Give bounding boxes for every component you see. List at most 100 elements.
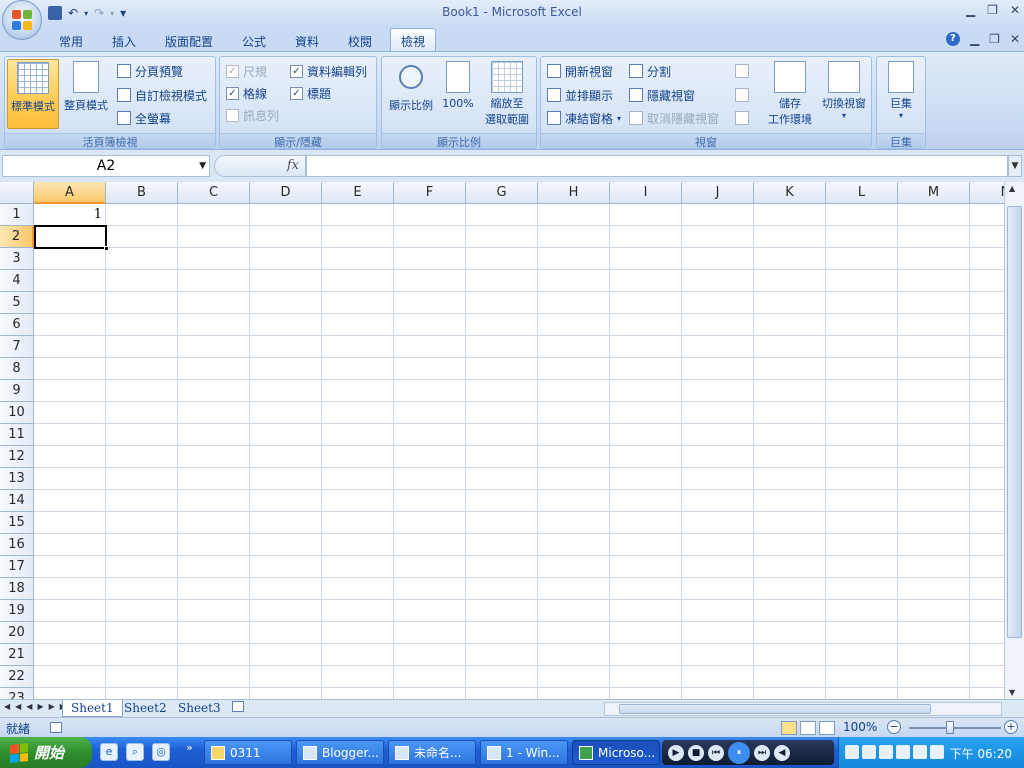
speaker-icon[interactable]	[930, 745, 944, 759]
column-header-a[interactable]: A	[34, 182, 106, 204]
ruler-checkbox[interactable]: ✓ 尺規	[226, 61, 267, 81]
zoom-button[interactable]: 顯示比例	[386, 59, 436, 129]
row-header-20[interactable]: 20	[0, 622, 34, 644]
zoom-out-icon[interactable]: −	[887, 720, 901, 734]
taskbar-item-blogger[interactable]: Blogger...	[296, 740, 384, 765]
workbook-restore-icon[interactable]: ❐	[989, 32, 1000, 46]
row-header-16[interactable]: 16	[0, 534, 34, 556]
vertical-scroll-thumb[interactable]	[1007, 206, 1022, 638]
next-icon[interactable]: ⏭	[754, 744, 770, 761]
horizontal-scroll-thumb[interactable]	[619, 704, 931, 714]
close-icon[interactable]: ✕	[1010, 3, 1020, 17]
tab-review[interactable]: 校閱	[338, 31, 382, 51]
column-header-m[interactable]: M	[898, 182, 970, 204]
macros-button[interactable]: 巨集 ▾	[879, 59, 923, 129]
volume-icon[interactable]: ◀	[774, 744, 790, 761]
page-break-preview-button[interactable]: 分頁預覽	[117, 61, 183, 81]
row-header-18[interactable]: 18	[0, 578, 34, 600]
scroll-down-icon[interactable]: ▼	[1009, 688, 1015, 697]
row-header-14[interactable]: 14	[0, 490, 34, 512]
column-header-i[interactable]: I	[610, 182, 682, 204]
network-icon[interactable]	[879, 745, 893, 759]
tab-insert[interactable]: 插入	[102, 31, 146, 51]
hide-window-button[interactable]: 隱藏視窗	[629, 85, 695, 105]
row-header-1[interactable]: 1	[0, 204, 34, 226]
taskbar-item-image-viewer[interactable]: 1 - Win...	[480, 740, 568, 765]
pause-icon[interactable]: ⏸	[728, 741, 750, 764]
normal-view-shortcut-icon[interactable]	[781, 721, 797, 735]
restore-icon[interactable]: ❐	[987, 3, 998, 17]
row-header-5[interactable]: 5	[0, 292, 34, 314]
zoom-level[interactable]: 100%	[843, 720, 877, 734]
workbook-minimize-icon[interactable]: ▁	[970, 32, 979, 46]
cell-a1[interactable]: 1	[34, 204, 102, 226]
arrange-all-button[interactable]: 並排顯示	[547, 85, 613, 105]
save-workspace-button[interactable]: 儲存 工作環境	[763, 59, 817, 129]
sheet-tab-1[interactable]: Sheet1	[62, 700, 123, 717]
zoom-100-button[interactable]: 100%	[438, 59, 478, 129]
vertical-scrollbar[interactable]: ▲ ▼	[1004, 182, 1024, 699]
tab-data[interactable]: 資料	[285, 31, 329, 51]
row-header-6[interactable]: 6	[0, 314, 34, 336]
minimize-icon[interactable]: ▁	[966, 3, 975, 17]
row-header-11[interactable]: 11	[0, 424, 34, 446]
split-button[interactable]: 分割	[629, 61, 671, 81]
zoom-slider-track[interactable]	[909, 727, 1001, 729]
taskbar-item-excel[interactable]: Microso...	[572, 740, 660, 765]
start-button[interactable]: 開始	[0, 737, 92, 768]
column-header-h[interactable]: H	[538, 182, 610, 204]
office-button[interactable]	[2, 0, 42, 40]
page-layout-shortcut-icon[interactable]	[800, 721, 816, 735]
language-icon[interactable]	[862, 745, 876, 759]
help-icon[interactable]: ?	[945, 32, 960, 46]
row-header-12[interactable]: 12	[0, 446, 34, 468]
fill-handle[interactable]	[104, 246, 109, 251]
column-header-k[interactable]: K	[754, 182, 826, 204]
freeze-panes-button[interactable]: 凍結窗格 ▾	[547, 108, 621, 128]
row-header-22[interactable]: 22	[0, 666, 34, 688]
row-header-4[interactable]: 4	[0, 270, 34, 292]
column-header-j[interactable]: J	[682, 182, 754, 204]
tab-view[interactable]: 檢視	[390, 28, 436, 51]
synchronous-scrolling-button[interactable]	[735, 85, 749, 105]
formula-input[interactable]	[306, 155, 1008, 177]
column-header-d[interactable]: D	[250, 182, 322, 204]
search-icon[interactable]: ⌕	[126, 743, 144, 761]
antivirus-icon[interactable]	[896, 745, 910, 759]
cell-area[interactable]	[34, 204, 1004, 699]
row-header-10[interactable]: 10	[0, 402, 34, 424]
row-header-7[interactable]: 7	[0, 336, 34, 358]
column-header-f[interactable]: F	[394, 182, 466, 204]
ie-icon[interactable]: e	[100, 743, 118, 761]
row-header-17[interactable]: 17	[0, 556, 34, 578]
select-all-corner[interactable]	[0, 182, 34, 204]
macro-record-icon[interactable]	[50, 722, 62, 733]
custom-views-button[interactable]: 自訂檢視模式	[117, 85, 207, 105]
message-bar-checkbox[interactable]: 訊息列	[226, 105, 279, 125]
row-header-19[interactable]: 19	[0, 600, 34, 622]
zoom-slider-knob[interactable]	[946, 721, 954, 734]
row-header-21[interactable]: 21	[0, 644, 34, 666]
sheet-nav-arrows-icon[interactable]: ◀◀◀▶▶▶	[4, 702, 71, 711]
insert-sheet-icon[interactable]	[224, 700, 250, 717]
active-cell[interactable]	[34, 225, 109, 251]
page-break-shortcut-icon[interactable]	[819, 721, 835, 735]
tab-formulas[interactable]: 公式	[232, 31, 276, 51]
page-layout-view-button[interactable]: 整頁模式	[61, 59, 111, 129]
row-header-23[interactable]: 23	[0, 688, 34, 699]
name-box-dropdown-icon[interactable]: ▼	[199, 156, 206, 176]
sheet-tab-3[interactable]: Sheet3	[170, 700, 229, 717]
normal-view-button[interactable]: 標準模式	[7, 59, 59, 129]
row-header-8[interactable]: 8	[0, 358, 34, 380]
quick-launch-more-icon[interactable]: »	[186, 741, 193, 754]
app-icon[interactable]: ◎	[152, 743, 170, 761]
warning-icon[interactable]	[913, 745, 927, 759]
column-header-c[interactable]: C	[178, 182, 250, 204]
reset-window-position-button[interactable]	[735, 108, 749, 128]
expand-formula-bar-icon[interactable]: ▼	[1008, 155, 1022, 177]
new-window-button[interactable]: 開新視窗	[547, 61, 613, 81]
zoom-to-selection-button[interactable]: 縮放至 選取範圍	[480, 59, 534, 129]
workbook-close-icon[interactable]: ✕	[1010, 32, 1020, 46]
row-header-15[interactable]: 15	[0, 512, 34, 534]
column-header-e[interactable]: E	[322, 182, 394, 204]
